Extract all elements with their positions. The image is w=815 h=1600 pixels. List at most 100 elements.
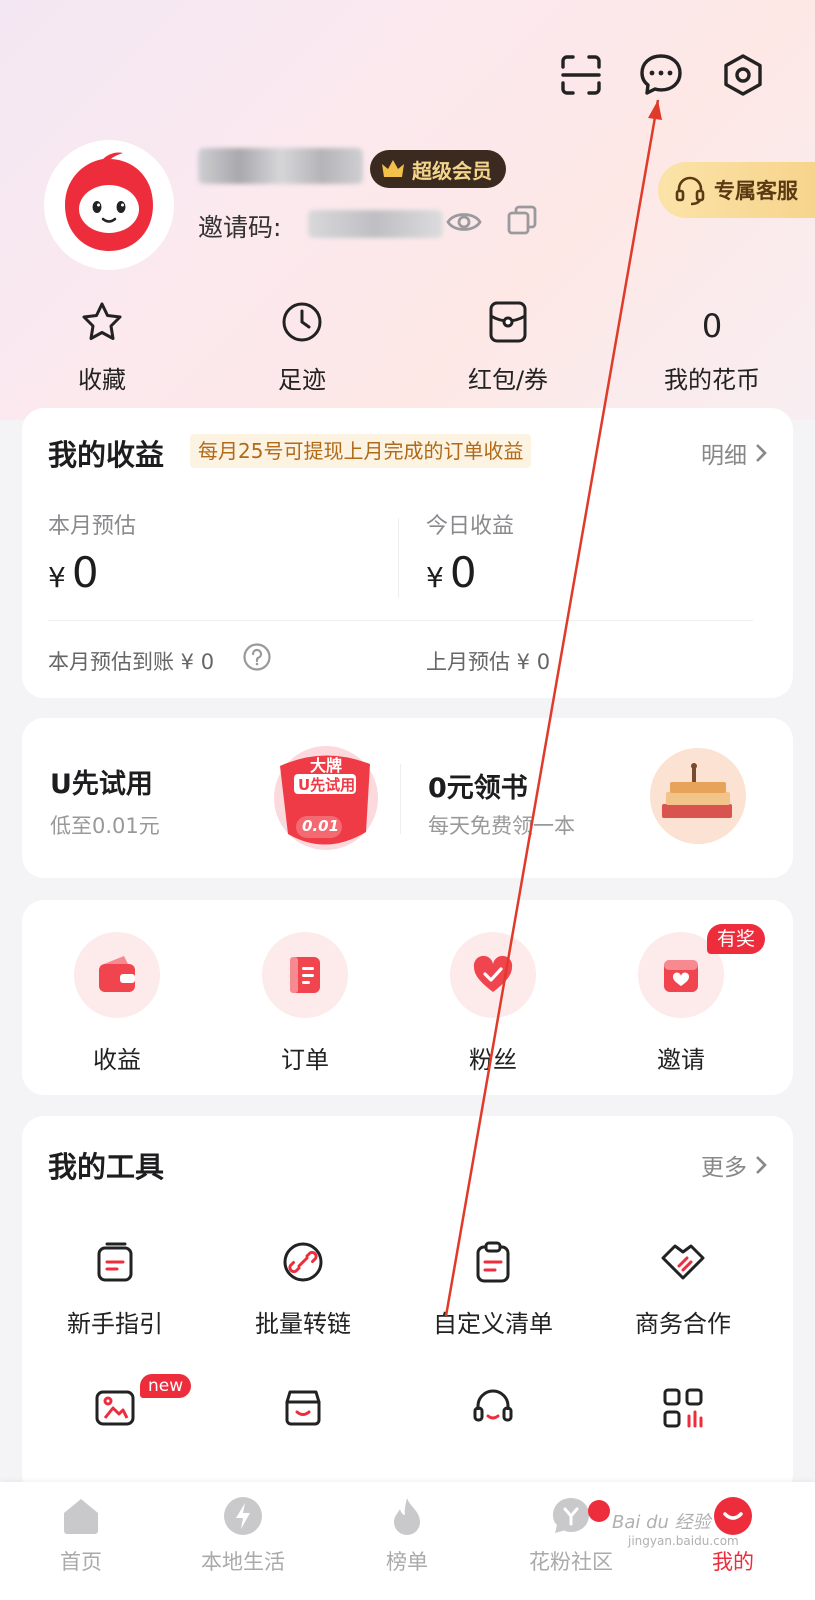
trial-badge-text: 大牌	[310, 756, 343, 775]
heart-icon	[473, 955, 513, 992]
quick-label: 我的花币	[664, 366, 760, 394]
quick-history[interactable]: 足迹	[222, 298, 382, 395]
month-estimate-value: ¥0	[48, 548, 99, 597]
home-icon	[64, 1499, 98, 1534]
crown-icon	[382, 160, 404, 177]
tool-business[interactable]: 商务合作	[598, 1238, 768, 1339]
scan-icon	[561, 55, 601, 95]
scan-button[interactable]	[558, 52, 604, 98]
tool-image[interactable]: new	[30, 1374, 200, 1432]
image-icon	[95, 1390, 135, 1426]
promo-books[interactable]: 0元领书 每天免费领一本	[408, 718, 793, 878]
nav-ranking[interactable]: 榜单	[332, 1492, 482, 1576]
divider	[48, 620, 753, 621]
handshake-icon	[661, 1244, 705, 1280]
star-icon	[82, 302, 122, 340]
tool-custom-list[interactable]: 自定义清单	[408, 1238, 578, 1339]
currency-symbol: ¥	[426, 561, 444, 594]
award-badge: 有奖	[707, 924, 766, 954]
tool-service[interactable]	[408, 1384, 578, 1432]
headset-icon	[675, 176, 705, 206]
link-icon	[283, 1242, 323, 1282]
username-blurred	[198, 148, 363, 184]
message-icon	[640, 54, 682, 95]
copy-code-button[interactable]	[506, 204, 538, 240]
clipboard-icon	[476, 1241, 510, 1283]
promo-subtitle: 低至0.01元	[50, 814, 160, 838]
nav-label: 本地生活	[201, 1550, 285, 1574]
vip-badge[interactable]: 超级会员	[370, 150, 506, 188]
more-label: 更多	[701, 1155, 747, 1181]
invite-icon	[664, 960, 698, 992]
coin-count: 0	[701, 307, 723, 345]
help-button[interactable]	[242, 642, 272, 676]
tools-more-link[interactable]: 更多	[701, 1148, 767, 1182]
tool-label: 自定义清单	[433, 1310, 553, 1338]
promo-card: U先试用 低至0.01元 大牌 U先试用 0.01 0元领书 每天免费领一本	[22, 718, 793, 878]
headset-icon	[473, 1389, 513, 1422]
copy-icon	[507, 205, 537, 235]
nav-local[interactable]: 本地生活	[168, 1492, 318, 1576]
customer-service-label: 专属客服	[714, 179, 798, 203]
tool-label: 商务合作	[635, 1310, 731, 1338]
flame-icon	[394, 1498, 420, 1535]
chevron-right-icon	[756, 444, 767, 462]
month-estimate-amount: 0	[71, 548, 99, 597]
nav-home[interactable]: 首页	[6, 1492, 156, 1576]
tools-card: 我的工具 更多 新手指引 批量转链 自定义清单 商务合作 new	[22, 1116, 793, 1496]
tool-batch-link[interactable]: 批量转链	[218, 1238, 388, 1339]
question-icon	[243, 643, 271, 671]
new-badge: new	[140, 1374, 192, 1398]
month-arrival-text: 本月预估到账 ¥ 0	[48, 650, 215, 674]
customer-service-button[interactable]: 专属客服	[658, 162, 815, 218]
trial-badge-text2: U先试用	[298, 776, 356, 794]
function-fans[interactable]: 粉丝	[418, 932, 568, 1075]
trial-badge-image: 大牌 U先试用 0.01	[266, 740, 382, 856]
vip-label: 超级会员	[412, 158, 492, 183]
quick-coupons[interactable]: 红包/券	[428, 298, 588, 395]
detail-label: 明细	[701, 443, 747, 469]
tool-guide[interactable]: 新手指引	[30, 1238, 200, 1339]
notification-dot	[588, 1500, 610, 1522]
last-month-text: 上月预估 ¥ 0	[426, 650, 551, 674]
function-label: 邀请	[657, 1046, 705, 1074]
community-icon	[553, 1498, 589, 1533]
promo-title: 0元领书	[428, 773, 528, 804]
show-code-button[interactable]	[446, 208, 482, 240]
quick-favorites[interactable]: 收藏	[22, 298, 182, 395]
order-icon	[290, 957, 320, 993]
promo-subtitle: 每天免费领一本	[428, 814, 575, 838]
chevron-right-icon	[756, 1156, 767, 1174]
quick-label: 足迹	[278, 366, 326, 394]
nav-community[interactable]: 花粉社区	[496, 1492, 646, 1576]
shop-icon	[285, 1390, 321, 1426]
divider	[398, 518, 399, 598]
wallet-icon	[99, 956, 135, 992]
month-estimate-label: 本月预估	[48, 514, 137, 539]
today-label: 今日收益	[426, 514, 515, 539]
tool-apps[interactable]	[598, 1384, 768, 1432]
function-orders[interactable]: 订单	[230, 932, 380, 1075]
earnings-note: 每月25号可提现上月完成的订单收益	[190, 434, 532, 468]
coupon-icon	[489, 301, 527, 343]
watermark: Bai du 经验	[612, 1512, 711, 1533]
quick-coins[interactable]: 0 我的花币	[632, 298, 792, 395]
nav-label: 榜单	[386, 1550, 428, 1574]
nav-label: 花粉社区	[529, 1550, 613, 1574]
trial-badge-price: 0.01	[302, 817, 340, 835]
apps-icon	[663, 1388, 703, 1428]
profile-icon	[714, 1497, 752, 1535]
message-button[interactable]	[638, 52, 684, 98]
guide-icon	[97, 1242, 133, 1282]
clock-icon	[282, 302, 322, 342]
nav-label: 首页	[60, 1550, 102, 1574]
function-label: 粉丝	[469, 1046, 517, 1074]
function-earnings[interactable]: 收益	[42, 932, 192, 1075]
settings-button[interactable]	[720, 52, 766, 98]
invite-code-blurred	[308, 210, 443, 238]
tool-shop[interactable]	[218, 1384, 388, 1432]
avatar[interactable]	[44, 140, 174, 270]
promo-trial[interactable]: U先试用 低至0.01元 大牌 U先试用 0.01	[22, 718, 407, 878]
earnings-detail-link[interactable]: 明细	[701, 436, 767, 470]
settings-icon	[724, 54, 762, 96]
